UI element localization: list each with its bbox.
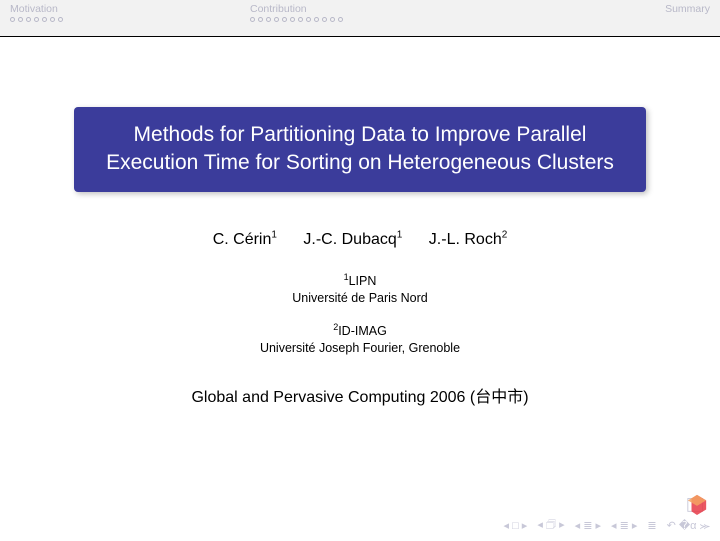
nav-toggle-icon[interactable]: ≣ bbox=[647, 519, 656, 532]
beamer-logo-icon bbox=[686, 493, 708, 515]
affiliations: 1LIPN Université de Paris Nord 2ID-IMAG … bbox=[0, 271, 720, 357]
progress-dots bbox=[10, 17, 230, 22]
author: J.-C. Dubacq1 bbox=[303, 231, 402, 248]
nav-first-icon[interactable]: ◂ □ ▸ bbox=[504, 519, 528, 532]
progress-dots bbox=[250, 17, 470, 22]
tab-contribution[interactable]: Contribution bbox=[240, 0, 480, 36]
tab-motivation[interactable]: Motivation bbox=[0, 0, 240, 36]
beamer-nav-bar: ◂ □ ▸ ◂ 🗇 ▸ ◂ ≣ ▸ ◂ ≣ ▸ ≣ ↶ �α ⪼ bbox=[504, 516, 711, 535]
affiliation-block: 2ID-IMAG Université Joseph Fourier, Gren… bbox=[0, 321, 720, 357]
affiliation-block: 1LIPN Université de Paris Nord bbox=[0, 271, 720, 307]
conference-line: Global and Pervasive Computing 2006 (台中市… bbox=[0, 383, 720, 407]
title-box: Methods for Partitioning Data to Improve… bbox=[74, 107, 646, 192]
authors-line: C. Cérin1 J.-C. Dubacq1 J.-L. Roch2 bbox=[0, 230, 720, 249]
tab-label: Motivation bbox=[10, 3, 230, 15]
tab-label: Summary bbox=[490, 3, 710, 15]
nav-back-icon[interactable]: ↶ �α ⪼ bbox=[667, 519, 710, 533]
nav-prev-slide-icon[interactable]: ◂ ≣ ▸ bbox=[575, 519, 601, 532]
author: C. Cérin1 bbox=[213, 231, 277, 248]
section-tabs: Motivation Contribution Summary bbox=[0, 0, 720, 37]
presentation-title: Methods for Partitioning Data to Improve… bbox=[106, 123, 614, 174]
nav-prev-section-icon[interactable]: ◂ 🗇 ▸ bbox=[537, 516, 564, 535]
nav-next-slide-icon[interactable]: ◂ ≣ ▸ bbox=[611, 519, 637, 532]
tab-summary[interactable]: Summary bbox=[480, 0, 720, 36]
author: J.-L. Roch2 bbox=[429, 231, 507, 248]
tab-label: Contribution bbox=[250, 3, 470, 15]
